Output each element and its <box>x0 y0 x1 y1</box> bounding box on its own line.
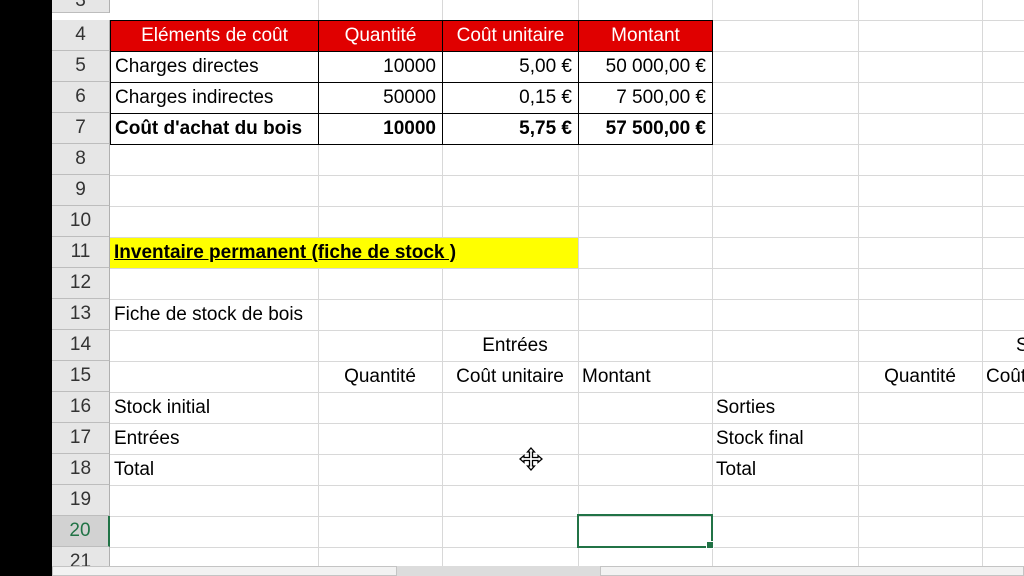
row-header[interactable]: 11 <box>52 237 110 268</box>
cost-table-total[interactable]: Coût d'achat du bois <box>110 113 319 145</box>
stock-sheet-title[interactable]: Fiche de stock de bois <box>110 299 410 330</box>
row-header[interactable]: 12 <box>52 268 110 299</box>
cost-table-cell[interactable]: 50 000,00 € <box>578 51 713 83</box>
row-header[interactable]: 4 <box>52 20 110 51</box>
cost-table-cell[interactable]: 7 500,00 € <box>578 82 713 114</box>
cost-table-cell[interactable]: Charges indirectes <box>110 82 319 114</box>
row-header-selected[interactable]: 20 <box>52 516 110 547</box>
sheet-tab-bar <box>52 566 1024 576</box>
move-cross-icon <box>519 447 543 471</box>
stock-label-right[interactable]: Total <box>712 454 858 485</box>
col-montant[interactable]: Montant <box>578 361 712 392</box>
row-header[interactable]: 7 <box>52 113 110 144</box>
cost-table-header[interactable]: Quantité <box>318 20 443 52</box>
selected-cell[interactable] <box>577 514 713 548</box>
row-header[interactable]: 17 <box>52 423 110 454</box>
col-quantite-right[interactable]: Quantité <box>858 361 982 392</box>
cost-table-cell[interactable]: 10000 <box>318 51 443 83</box>
stock-label-left[interactable]: Stock initial <box>110 392 318 423</box>
cost-table-header[interactable]: Coût unitaire <box>442 20 579 52</box>
stock-label-right[interactable]: Sorties <box>712 392 858 423</box>
horizontal-scrollbar[interactable] <box>600 566 1024 576</box>
cost-table-cell[interactable]: Charges directes <box>110 51 319 83</box>
col-cout-unitaire[interactable]: Coût unitaire <box>442 361 578 392</box>
row-header[interactable]: 3 <box>52 0 110 13</box>
spreadsheet-grid[interactable]: 3 4 5 6 7 8 9 10 11 12 13 14 15 16 17 18… <box>52 0 1024 576</box>
sheet-tab-area[interactable] <box>52 566 397 576</box>
row-header[interactable]: 15 <box>52 361 110 392</box>
row-header[interactable]: 5 <box>52 51 110 82</box>
gridline <box>110 268 1024 269</box>
stock-label-right[interactable]: Stock final <box>712 423 858 454</box>
row-header[interactable]: 19 <box>52 485 110 516</box>
row-header[interactable]: 13 <box>52 299 110 330</box>
stock-label-left[interactable]: Entrées <box>110 423 318 454</box>
stock-label-left[interactable]: Total <box>110 454 318 485</box>
gridline <box>110 516 1024 517</box>
row-header[interactable]: 18 <box>52 454 110 485</box>
cost-table-cell[interactable]: 50000 <box>318 82 443 114</box>
row-header[interactable]: 6 <box>52 82 110 113</box>
cost-table-total[interactable]: 57 500,00 € <box>578 113 713 145</box>
gridline <box>110 485 1024 486</box>
row-header[interactable]: 10 <box>52 206 110 237</box>
cost-table-header[interactable]: Montant <box>578 20 713 52</box>
cost-table-total[interactable]: 10000 <box>318 113 443 145</box>
gridline <box>110 175 1024 176</box>
cost-table-total[interactable]: 5,75 € <box>442 113 579 145</box>
row-header[interactable]: 8 <box>52 144 110 175</box>
fill-handle[interactable] <box>706 541 714 549</box>
cost-table-cell[interactable]: 0,15 € <box>442 82 579 114</box>
cost-table-cell[interactable]: 5,00 € <box>442 51 579 83</box>
gridline <box>110 547 1024 548</box>
gridline <box>982 0 983 576</box>
exits-header-partial[interactable]: S <box>1012 330 1024 361</box>
section-title[interactable]: Inventaire permanent (fiche de stock ) <box>110 238 578 268</box>
entries-header[interactable]: Entrées <box>442 330 588 361</box>
col-quantite[interactable]: Quantité <box>318 361 442 392</box>
row-header[interactable]: 16 <box>52 392 110 423</box>
cost-table-header[interactable]: Eléments de coût <box>110 20 319 52</box>
gridline <box>110 206 1024 207</box>
col-cout-right-partial[interactable]: Coût <box>982 361 1024 392</box>
gridline <box>858 0 859 576</box>
row-header[interactable]: 14 <box>52 330 110 361</box>
row-header[interactable]: 9 <box>52 175 110 206</box>
